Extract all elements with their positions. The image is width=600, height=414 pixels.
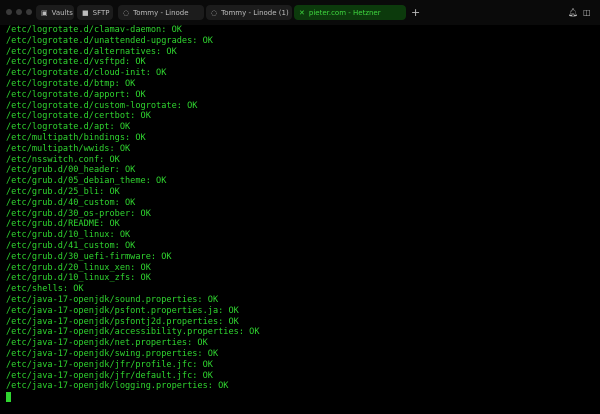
terminal-line: /etc/java-17-openjdk/sound.properties: O…: [6, 294, 219, 305]
terminal-line: /etc/java-17-openjdk/jfr/default.jfc: OK: [6, 370, 213, 381]
terminal-line: /etc/logrotate.d/apt: OK: [6, 122, 131, 133]
terminal-line: /etc/logrotate.d/unattended-upgrades: OK: [6, 35, 213, 46]
close-icon[interactable]: ✕: [299, 9, 305, 17]
terminal-line: /etc/java-17-openjdk/accessibility.prope…: [6, 327, 260, 338]
tab-label: pieter.com - Hetzner: [308, 8, 381, 17]
terminal-line: /etc/grub.d/20_linux_xen: OK: [6, 262, 151, 273]
zoom-window-button[interactable]: [26, 9, 32, 15]
terminal-line: /etc/grub.d/25_bli: OK: [6, 186, 120, 197]
terminal-line: /etc/grub.d/05_debian_theme: OK: [6, 176, 167, 187]
terminal-line: /etc/grub.d/10_linux_zfs: OK: [6, 273, 151, 284]
terminal-line: /etc/grub.d/00_header: OK: [6, 165, 136, 176]
new-tab-button[interactable]: +: [411, 5, 420, 20]
terminal-line: /etc/nsswitch.conf: OK: [6, 154, 120, 165]
window-controls: [6, 9, 32, 15]
terminal-line: /etc/grub.d/30_os-prober: OK: [6, 208, 151, 219]
terminal-line: /etc/logrotate.d/certbot: OK: [6, 111, 151, 122]
terminal-icon: ◌: [211, 8, 218, 17]
terminal-line: /etc/java-17-openjdk/psfontj2d.propertie…: [6, 316, 239, 327]
tab-tommy-linode-1[interactable]: ◌ Tommy - Linode (1): [206, 5, 292, 20]
terminal-line: /etc/java-17-openjdk/net.properties: OK: [6, 338, 208, 349]
terminal-cursor: [6, 392, 11, 403]
terminal-line: /etc/grub.d/30_uefi-firmware: OK: [6, 251, 172, 262]
terminal-line: /etc/java-17-openjdk/jfr/profile.jfc: OK: [6, 359, 213, 370]
prompt-line: [6, 392, 260, 403]
vault-icon: ▣: [41, 8, 48, 17]
tab-bar: ▣ Vaults ■ SFTP ◌ Tommy - Linode ◌ Tommy…: [0, 0, 600, 25]
close-window-button[interactable]: [6, 9, 12, 15]
tab-label: SFTP: [92, 8, 110, 17]
bell-icon[interactable]: 🔔︎: [568, 6, 578, 19]
terminal-line: /etc/java-17-openjdk/swing.properties: O…: [6, 348, 219, 359]
minimize-window-button[interactable]: [16, 9, 22, 15]
folder-icon: ■: [82, 8, 89, 17]
terminal-line: /etc/logrotate.d/clamav-daemon: OK: [6, 25, 182, 35]
terminal-line: /etc/logrotate.d/apport: OK: [6, 89, 146, 100]
terminal-output[interactable]: /etc/logrotate.d/clamav-daemon: OK/etc/l…: [6, 25, 260, 403]
terminal-line: /etc/logrotate.d/vsftpd: OK: [6, 57, 146, 68]
terminal-line: /etc/logrotate.d/custom-logrotate: OK: [6, 100, 198, 111]
terminal-line: /etc/grub.d/README: OK: [6, 219, 120, 230]
terminal-line: /etc/grub.d/40_custom: OK: [6, 197, 136, 208]
terminal-icon: ◌: [123, 8, 130, 17]
terminal-line: /etc/shells: OK: [6, 284, 84, 295]
terminal-line: /etc/java-17-openjdk/logging.properties:…: [6, 381, 229, 392]
terminal-line: /etc/logrotate.d/cloud-init: OK: [6, 68, 167, 79]
terminal-line: /etc/multipath/wwids: OK: [6, 143, 131, 154]
tab-tommy-linode[interactable]: ◌ Tommy - Linode: [118, 5, 204, 20]
terminal-line: /etc/grub.d/41_custom: OK: [6, 240, 136, 251]
terminal-line: /etc/grub.d/10_linux: OK: [6, 230, 131, 241]
tab-sftp[interactable]: ■ SFTP: [77, 5, 113, 20]
terminal-line: /etc/logrotate.d/alternatives: OK: [6, 46, 177, 57]
tab-vaults[interactable]: ▣ Vaults: [36, 5, 74, 20]
terminal-line: /etc/multipath/bindings: OK: [6, 132, 146, 143]
tab-label: Vaults: [51, 8, 73, 17]
tab-label: Tommy - Linode: [133, 8, 189, 17]
terminal-line: /etc/java-17-openjdk/psfont.properties.j…: [6, 305, 239, 316]
terminal-line: /etc/logrotate.d/btmp: OK: [6, 78, 136, 89]
tab-label: Tommy - Linode (1): [221, 8, 289, 17]
sidebar-toggle-icon[interactable]: ◫: [583, 6, 591, 19]
tab-pieter-hetzner[interactable]: ✕ pieter.com - Hetzner: [294, 5, 406, 20]
